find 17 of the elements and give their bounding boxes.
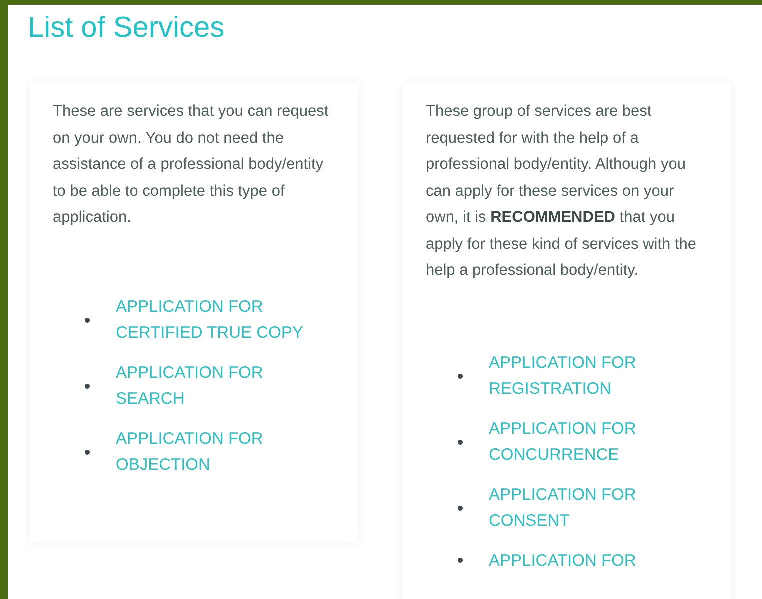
page-title: List of Services: [28, 11, 226, 45]
bullet-icon: [458, 558, 463, 564]
bullet-icon: [458, 374, 463, 378]
bullet-icon: [85, 318, 90, 322]
service-link[interactable]: APPLICATION FOR CERTIFIED TRUE COPY: [116, 294, 316, 346]
service-link[interactable]: APPLICATION FOR SEARCH: [116, 360, 316, 412]
bullet-icon: [85, 450, 90, 454]
bullet-icon: [458, 440, 463, 444]
service-link[interactable]: APPLICATION FOR CONSENT: [489, 482, 689, 534]
card-description: These group of services are best requested for with the help of a professional body/entity. Although you can apply for these services on your own, it is RECOMMENDED that you apply for these kind of services with the help a professional body/entity.: [426, 102, 698, 281]
service-link[interactable]: APPLICATION FOR REGISTRATION: [489, 350, 689, 402]
bullet-icon: [85, 384, 90, 388]
service-link[interactable]: APPLICATION FOR: [489, 548, 689, 574]
card-description: These are services that you can request on your own. You do not need the assistance of a professional body/entity to be able to complete this type of application.: [53, 102, 330, 228]
bullet-icon: [458, 506, 463, 510]
service-link[interactable]: APPLICATION FOR CONCURRENCE: [489, 416, 689, 468]
service-link[interactable]: APPLICATION FOR OBJECTION: [116, 426, 316, 478]
